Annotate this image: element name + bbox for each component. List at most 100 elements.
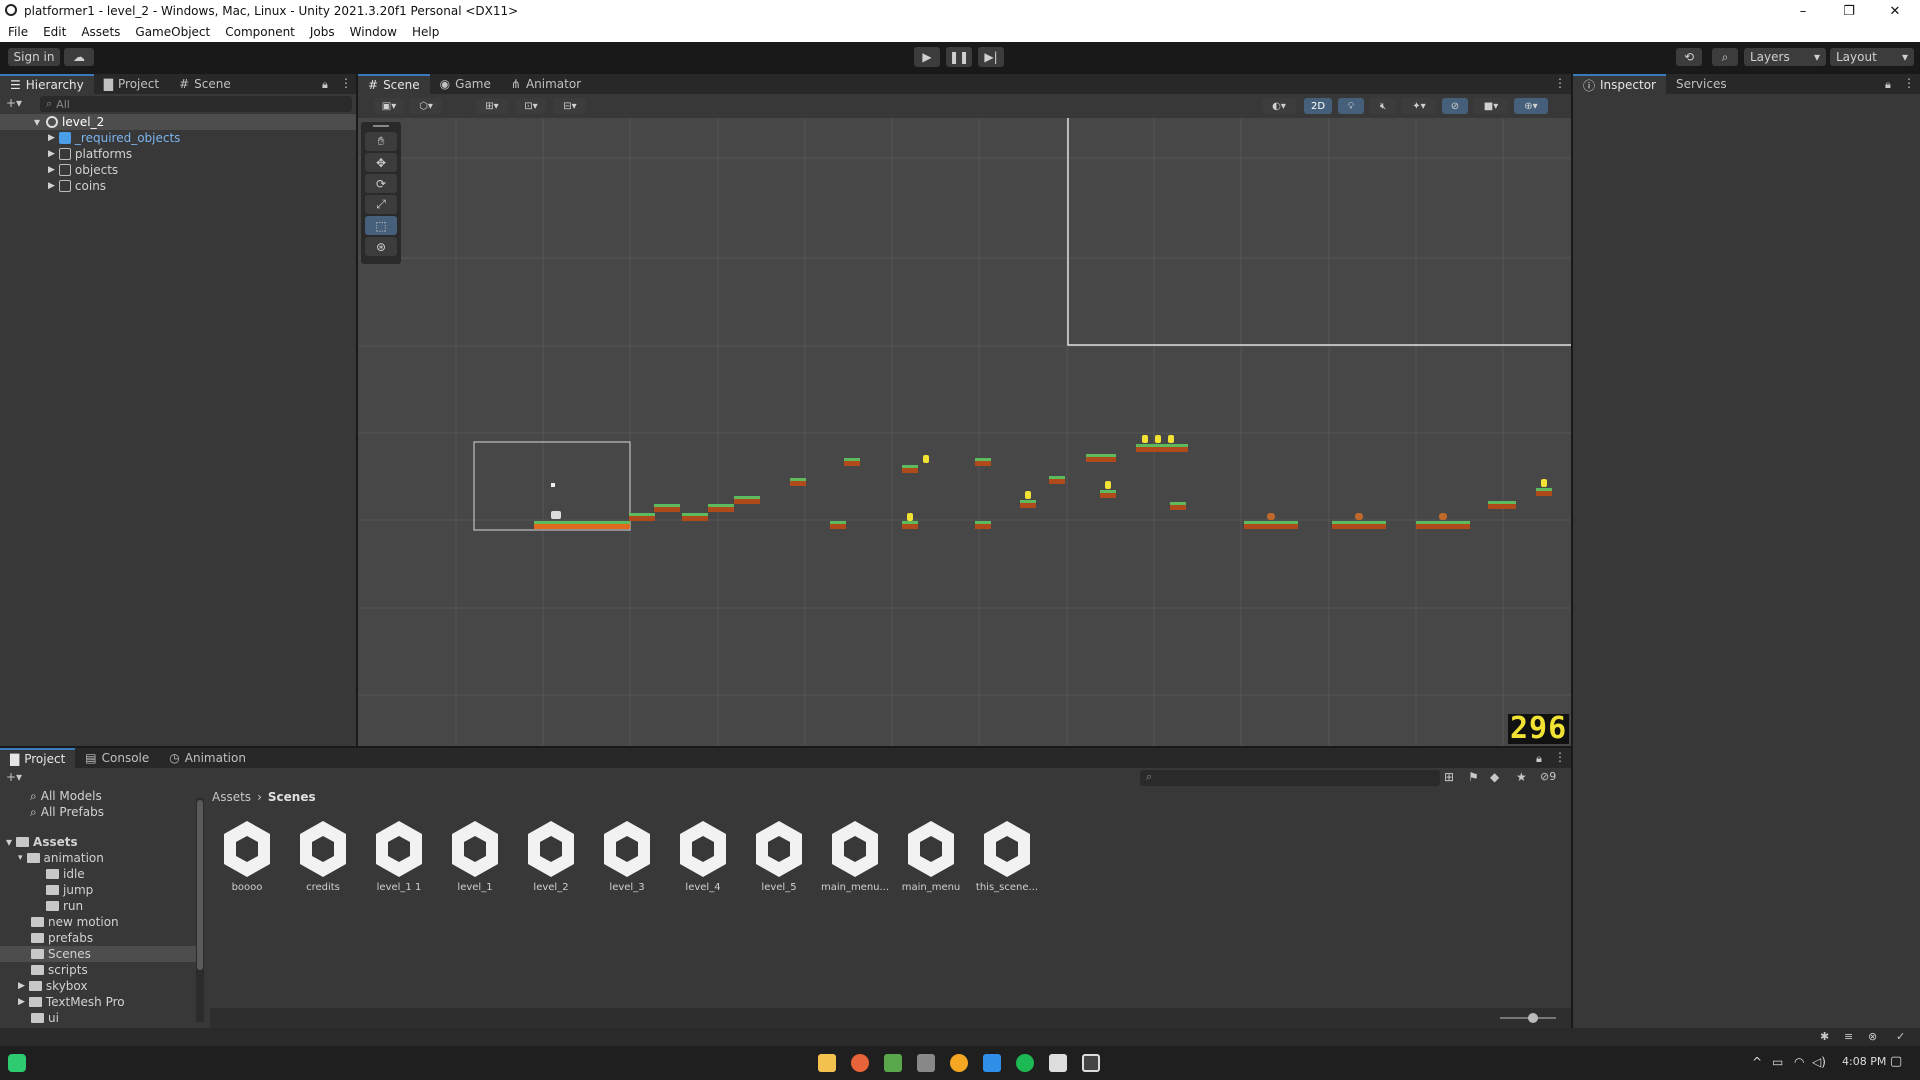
asset-item[interactable]: level_5 <box>744 818 814 893</box>
lighting-toggle-icon[interactable]: 💡︎ <box>1338 98 1364 114</box>
platform[interactable] <box>654 504 680 512</box>
asset-item[interactable]: credits <box>288 818 358 893</box>
snap-grid-dropdown[interactable]: ⊞▾ <box>476 98 508 114</box>
menu-assets[interactable]: Assets <box>73 25 127 39</box>
hierarchy-item[interactable]: ▶ coins <box>0 178 356 194</box>
audio-toggle-icon[interactable]: 🔇︎ <box>1370 98 1396 114</box>
network-icon[interactable]: ⊗ <box>1868 1030 1877 1043</box>
platform[interactable] <box>1488 501 1516 509</box>
asset-item[interactable]: level_3 <box>592 818 662 893</box>
folder-item[interactable]: jump <box>0 882 200 898</box>
enemy-sprite[interactable] <box>1267 513 1275 520</box>
platform[interactable] <box>975 521 991 529</box>
palette-handle[interactable] <box>373 125 389 127</box>
tab-scene[interactable]: # Scene <box>169 74 241 94</box>
notification-icon[interactable]: ▢ <box>1890 1054 1902 1069</box>
check-icon[interactable]: ✓ <box>1896 1030 1905 1043</box>
file-explorer-icon[interactable] <box>818 1054 836 1072</box>
tab-hierarchy[interactable]: ☰ Hierarchy <box>0 74 94 94</box>
breadcrumb-item[interactable]: Assets <box>212 790 251 804</box>
wifi-icon[interactable]: ◠ <box>1794 1055 1804 1069</box>
display-icon[interactable]: ▭ <box>1772 1055 1783 1069</box>
menu-component[interactable]: Component <box>217 25 302 39</box>
start-menu-icon[interactable] <box>8 1054 26 1072</box>
lock-icon[interactable]: 🔒︎ <box>322 78 328 92</box>
asset-item[interactable]: level_1 1 <box>364 818 434 893</box>
step-button[interactable]: ▶| <box>978 47 1004 67</box>
clock-time[interactable]: 4:08 PM <box>1842 1055 1886 1068</box>
platform[interactable] <box>902 521 918 529</box>
minecraft-icon[interactable] <box>884 1054 902 1072</box>
asset-item[interactable]: main_menu <box>896 818 966 893</box>
folder-item[interactable]: ▾ animation <box>0 850 200 866</box>
coin[interactable] <box>1105 481 1111 489</box>
layout-dropdown[interactable]: Layout ▾ <box>1830 48 1914 66</box>
pause-button[interactable]: ❚❚ <box>946 47 972 67</box>
app-icon[interactable] <box>950 1054 968 1072</box>
tab-project[interactable]: ▇ Project <box>94 74 169 94</box>
kebab-menu-icon[interactable]: ⋮ <box>1554 76 1566 90</box>
firefox-icon[interactable] <box>851 1054 869 1072</box>
transform-tool-icon[interactable]: ⊛ <box>365 237 397 256</box>
minimize-button[interactable]: – <box>1780 0 1826 22</box>
asset-item[interactable]: level_1 <box>440 818 510 893</box>
tab-console[interactable]: ▤ Console <box>75 748 159 768</box>
tab-animator[interactable]: ⋔ Animator <box>501 74 591 94</box>
coin[interactable] <box>1025 491 1031 499</box>
tag-icon[interactable]: ◆ <box>1490 770 1499 784</box>
menu-help[interactable]: Help <box>404 25 446 39</box>
folder-item[interactable]: idle <box>0 866 200 882</box>
kebab-menu-icon[interactable]: ⋮ <box>1903 76 1915 90</box>
platform[interactable] <box>844 458 860 466</box>
bug-icon[interactable]: ✱ <box>1820 1030 1829 1043</box>
folder-item[interactable]: prefabs <box>0 930 200 946</box>
scene-view[interactable]: ✋︎ ✥ ⟳ ⤢ ⬚ ⊛ 296 <box>358 118 1571 746</box>
steam-icon[interactable] <box>917 1054 935 1072</box>
scrollbar-thumb[interactable] <box>197 800 203 970</box>
hand-tool-icon[interactable]: ✋︎ <box>365 132 397 151</box>
platform[interactable] <box>1170 502 1186 510</box>
volume-icon[interactable]: ◁) <box>1812 1055 1826 1069</box>
breadcrumb-item[interactable]: Scenes <box>268 790 316 804</box>
hierarchy-item[interactable]: ▶ platforms <box>0 146 356 162</box>
asset-item[interactable]: level_2 <box>516 818 586 893</box>
folder-tree-scrollbar[interactable] <box>196 798 204 1022</box>
favorite-item[interactable]: ⌕ All Prefabs <box>0 804 200 820</box>
menu-edit[interactable]: Edit <box>35 25 73 39</box>
folder-item[interactable]: ui <box>0 1010 200 1026</box>
layers-dropdown[interactable]: Layers ▾ <box>1744 48 1826 66</box>
gizmos-dropdown[interactable]: ⊕▾ <box>1514 98 1548 114</box>
enemy-sprite[interactable] <box>1355 513 1363 520</box>
platform[interactable] <box>1086 454 1116 462</box>
increment-snap-dropdown[interactable]: ⊟▾ <box>554 98 586 114</box>
menu-jobs[interactable]: Jobs <box>302 25 342 39</box>
asset-item[interactable]: boooo <box>212 818 282 893</box>
create-button[interactable]: +▾ <box>6 96 30 112</box>
platform[interactable] <box>1049 476 1065 484</box>
unity-editor-icon[interactable] <box>1082 1054 1100 1072</box>
hidden-packages-toggle[interactable]: ⊘9 <box>1540 770 1556 783</box>
scene-root-row[interactable]: ▾ level_2 <box>0 114 356 130</box>
coin[interactable] <box>1155 435 1161 443</box>
menu-file[interactable]: File <box>0 25 35 39</box>
hierarchy-item[interactable]: ▶ objects <box>0 162 356 178</box>
create-asset-button[interactable]: +▾ <box>6 770 30 786</box>
effects-dropdown[interactable]: ✦▾ <box>1402 98 1436 114</box>
platform[interactable] <box>830 521 846 529</box>
platform[interactable] <box>975 458 991 466</box>
menu-gameobject[interactable]: GameObject <box>127 25 217 39</box>
spotify-icon[interactable] <box>1016 1054 1034 1072</box>
scale-tool-icon[interactable]: ⤢ <box>365 195 397 214</box>
assets-root[interactable]: ▾ Assets <box>0 834 200 850</box>
draw-mode-dropdown[interactable]: ▣▾ <box>374 98 404 114</box>
search-by-type-icon[interactable]: ⊞ <box>1444 770 1454 784</box>
visibility-toggle-icon[interactable]: ⊘ <box>1442 98 1468 114</box>
tab-scene-view[interactable]: # Scene <box>358 74 430 94</box>
tab-inspector[interactable]: ⓘ Inspector <box>1573 74 1666 94</box>
sign-in-button[interactable]: Sign in <box>8 48 60 66</box>
folder-item[interactable]: run <box>0 898 200 914</box>
platform[interactable] <box>682 513 708 521</box>
tab-project-bottom[interactable]: ▇ Project <box>0 748 76 768</box>
player-sprite[interactable] <box>551 511 561 519</box>
lock-icon[interactable]: 🔒︎ <box>1536 752 1542 766</box>
